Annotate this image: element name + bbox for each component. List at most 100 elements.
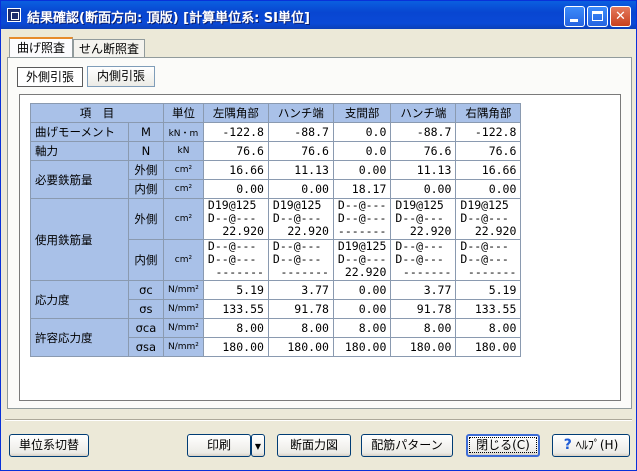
tab-shear[interactable]: せん断照査 [73,39,145,59]
tab-bending[interactable]: 曲げ照査 [9,37,73,59]
help-icon: ? [563,437,572,453]
row-symbol: 内側 [127,239,165,281]
cell-value: 133.55 [455,299,522,319]
cell-rebar: D--@--- D--@--- ------- [267,239,334,281]
help-button-label: ﾍﾙﾌﾟ(H) [575,438,619,452]
cell-value: 11.13 [267,160,334,180]
row-label: 応力度 [30,280,129,319]
close-button-label: 閉じる(C) [469,437,537,453]
cell-value: -88.7 [390,122,457,142]
cell-value: 11.13 [390,160,457,180]
row-label: 軸力 [30,141,129,161]
cell-value: 16.66 [455,160,522,180]
cell-value: 8.00 [267,318,334,338]
cell-rebar: D19@125 D--@--- 22.920 [390,198,457,240]
title-bar[interactable]: 結果確認(断面方向: 頂版) [計算単位系: SI単位] ✕ [1,1,636,29]
window-title: 結果確認(断面方向: 頂版) [計算単位系: SI単位] [27,11,310,26]
header-col: 支間部 [332,103,392,123]
row-symbol: 外側 [127,160,165,180]
subtab-outer-tension[interactable]: 外側引張 [17,67,83,87]
cell-rebar: D19@125 D--@--- 22.920 [267,198,334,240]
cell-value: 16.66 [202,160,269,180]
minimize-button[interactable] [564,6,585,27]
row-symbol: N [127,141,165,161]
row-symbol: σc [127,280,165,300]
header-item: 項 目 [30,103,164,123]
row-symbol: σca [127,318,165,338]
row-unit: cm² [163,160,204,180]
close-window-button[interactable]: ✕ [610,6,631,27]
row-symbol: 内側 [127,179,165,199]
close-icon: ✕ [615,9,626,24]
cell-value: 18.17 [332,179,392,199]
row-label: 許容応力度 [30,318,129,357]
row-unit: N/mm² [163,318,204,338]
cell-value: 0.00 [267,179,334,199]
unit-switch-button[interactable]: 単位系切替 [9,434,89,457]
cell-value: 0.0 [332,122,392,142]
row-label: 必要鉄筋量 [30,160,129,199]
cell-value: 76.6 [390,141,457,161]
section-force-button[interactable]: 断面力図 [277,434,351,457]
row-symbol: 外側 [127,198,165,240]
table-row-axial: 軸力 N kN 76.6 76.6 0.0 76.6 76.6 [30,141,522,161]
cell-value: 0.00 [332,299,392,319]
cell-value: 5.19 [455,280,522,300]
table-row-stress-c: 応力度 σc N/mm² 5.19 3.77 0.00 3.77 5.19 [30,280,522,319]
row-unit: cm² [163,239,204,281]
cell-value: -88.7 [267,122,334,142]
header-col: 右隅角部 [455,103,522,123]
maximize-icon [592,11,603,21]
cell-value: 5.19 [202,280,269,300]
cell-value: 180.00 [202,337,269,357]
row-unit: cm² [163,198,204,240]
row-symbol: σsa [127,337,165,357]
cell-value: 91.78 [390,299,457,319]
row-unit: kN・m [163,122,204,142]
result-table: 項 目 単位 左隅角部 ハンチ端 支間部 ハンチ端 右隅角部 曲げモーメント M… [30,103,522,357]
row-unit: N/mm² [163,299,204,319]
row-unit: cm² [163,179,204,199]
rebar-pattern-button[interactable]: 配筋パターン [361,434,453,457]
cell-value: 0.00 [332,280,392,300]
cell-value: 8.00 [332,318,392,338]
row-label: 使用鉄筋量 [30,198,129,281]
cell-value: 0.00 [390,179,457,199]
subtab-inner-tension[interactable]: 内側引張 [87,66,155,87]
cell-value: -122.8 [455,122,522,142]
header-unit: 単位 [163,103,204,123]
cell-value: -122.8 [202,122,269,142]
row-label: 曲げモーメント [30,122,129,142]
row-symbol: σs [127,299,165,319]
cell-value: 180.00 [455,337,522,357]
cell-rebar: D19@125 D--@--- 22.920 [455,198,522,240]
cell-value: 76.6 [202,141,269,161]
cell-rebar: D--@--- D--@--- ------- [332,198,392,240]
cell-value: 0.00 [332,160,392,180]
maximize-button[interactable] [587,6,608,27]
print-button[interactable]: 印刷 [187,434,251,457]
print-dropdown-button[interactable]: ▼ [251,434,265,457]
row-symbol: M [127,122,165,142]
close-button[interactable]: 閉じる(C) [466,434,540,457]
table-row-allow-ca: 許容応力度 σca N/mm² 8.00 8.00 8.00 8.00 8.00 [30,318,522,357]
result-window: 結果確認(断面方向: 頂版) [計算単位系: SI単位] ✕ 曲げ照査 せん断照… [0,0,637,471]
result-grid: 項 目 単位 左隅角部 ハンチ端 支間部 ハンチ端 右隅角部 曲げモーメント M… [19,94,621,401]
header-col: ハンチ端 [390,103,457,123]
cell-rebar: D19@125 D--@--- 22.920 [202,198,269,240]
cell-value: 3.77 [267,280,334,300]
cell-value: 133.55 [202,299,269,319]
help-button[interactable]: ? ﾍﾙﾌﾟ(H) [552,434,630,457]
cell-value: 0.00 [202,179,269,199]
cell-value: 8.00 [390,318,457,338]
cell-rebar: D--@--- D--@--- ------- [390,239,457,281]
cell-value: 8.00 [455,318,522,338]
table-row-moment: 曲げモーメント M kN・m -122.8 -88.7 0.0 -88.7 -1… [30,122,522,142]
cell-value: 0.0 [332,141,392,161]
table-row-used-outer: 使用鉄筋量 外側 cm² D19@125 D--@--- 22.920 D19@12… [30,198,522,281]
cell-value: 180.00 [332,337,392,357]
cell-value: 76.6 [455,141,522,161]
cell-rebar: D19@125 D--@--- 22.920 [332,239,392,281]
table-header-row: 項 目 単位 左隅角部 ハンチ端 支間部 ハンチ端 右隅角部 [30,103,522,123]
row-unit: N/mm² [163,337,204,357]
